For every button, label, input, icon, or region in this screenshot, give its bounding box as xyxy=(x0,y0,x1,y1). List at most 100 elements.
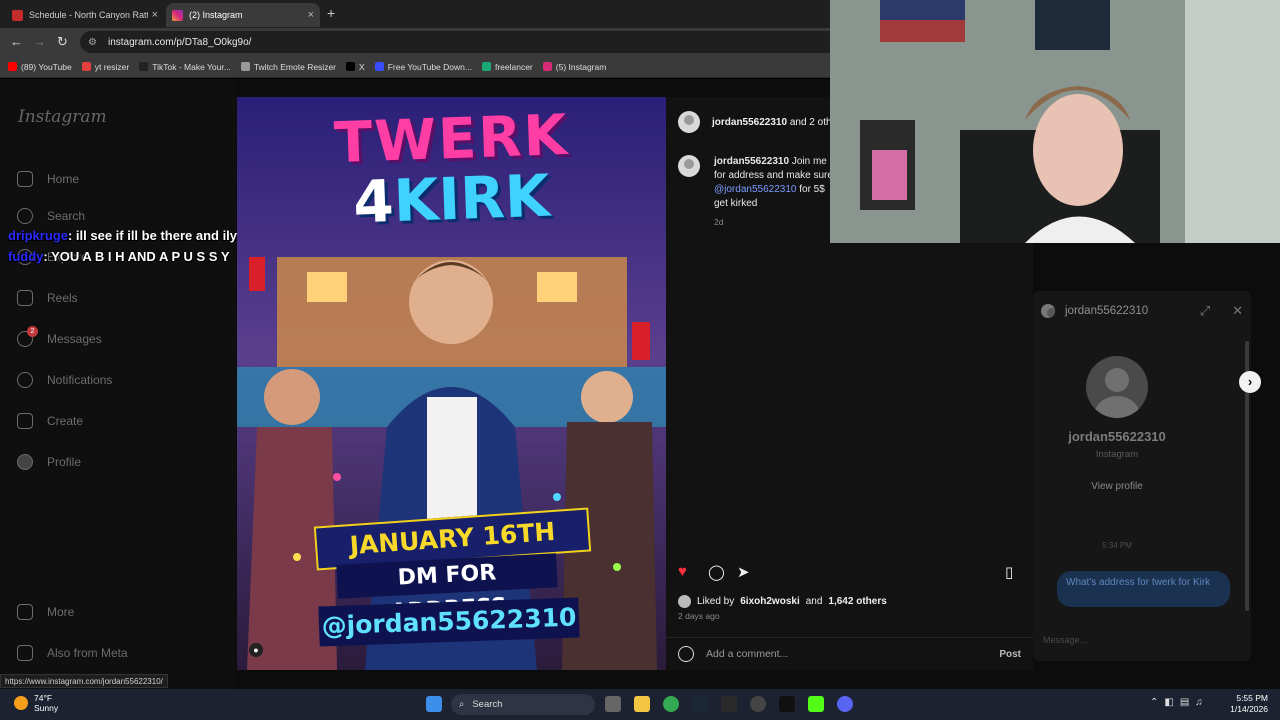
bookmark-item[interactable]: (5) Instagram xyxy=(542,61,607,72)
bookmark-label: (5) Instagram xyxy=(555,61,607,72)
liked-by-and: and xyxy=(805,596,823,607)
clock-date: 1/14/2026 xyxy=(1230,704,1268,714)
sidebar-item-also-from-meta[interactable]: Also from Meta xyxy=(17,645,128,661)
kick-icon[interactable] xyxy=(808,696,824,712)
share-icon[interactable]: ➤ xyxy=(737,563,750,581)
dm-avatar-small xyxy=(1041,304,1055,318)
address-bar[interactable]: ⚙ instagram.com/p/DTa8_O0kg9o/ xyxy=(80,31,840,53)
sidebar-item-notifications[interactable]: Notifications xyxy=(17,372,112,388)
bookmark-item[interactable]: freelancer xyxy=(481,61,533,72)
bookmark-favicon-icon xyxy=(481,62,491,71)
weather-condition: Sunny xyxy=(34,703,59,713)
view-profile-button[interactable]: View profile xyxy=(1033,481,1201,492)
caption-text-price: for 5$ xyxy=(799,184,825,195)
caption-body: jordan55622310 Join me for address and m… xyxy=(714,155,834,229)
discord-icon[interactable] xyxy=(837,696,853,712)
taskbar-clock[interactable]: 5:55 PM 1/14/2026 xyxy=(1226,693,1268,715)
tab-instagram[interactable]: (2) Instagram × xyxy=(166,3,320,27)
webcam-overlay xyxy=(830,0,1280,243)
messages-icon: 2 xyxy=(17,326,38,347)
bookmark-icon[interactable]: ▯ xyxy=(1005,563,1013,581)
post-author-line: jordan55622310 and 2 others xyxy=(712,117,845,128)
chat-username: dripkruge xyxy=(8,228,68,243)
instagram-logo[interactable]: Instagram xyxy=(18,107,107,127)
new-tab-button[interactable]: + xyxy=(327,5,335,21)
bookmark-item[interactable]: yt resizer xyxy=(81,62,129,72)
file-explorer-icon[interactable] xyxy=(634,696,650,712)
chat-message: : YOU A B I H AND A P U S S Y xyxy=(43,249,230,264)
sidebar-item-profile[interactable]: Profile xyxy=(17,454,81,470)
start-icon[interactable] xyxy=(426,696,442,712)
caption-author[interactable]: jordan55622310 xyxy=(714,156,789,167)
site-info-icon[interactable]: ⚙ xyxy=(88,37,100,48)
back-icon[interactable]: ← xyxy=(10,34,23,49)
comment-icon[interactable]: ◯ xyxy=(708,563,725,581)
tagged-users-icon[interactable]: ● xyxy=(249,643,263,657)
taskbar-search[interactable]: ⌕ Search xyxy=(451,694,595,715)
chat-line: fuddy: YOU A B I H AND A P U S S Y xyxy=(8,246,244,267)
caption-mention[interactable]: @jordan55622310 xyxy=(714,184,796,195)
tab-close-icon[interactable]: × xyxy=(152,9,158,21)
like-heart-icon[interactable]: ♥ xyxy=(678,563,687,580)
post-author[interactable]: jordan55622310 xyxy=(712,117,787,128)
instagram-sidebar: Instagram Home Search Explore Reels 2 Me… xyxy=(0,79,236,689)
liker-avatar xyxy=(678,595,691,608)
post-time-ago: 2 days ago xyxy=(678,611,720,621)
chat-line: dripkruge: ill see if ill be there and i… xyxy=(8,225,244,246)
dm-message-input[interactable]: Message... xyxy=(1035,635,1245,645)
chrome-icon[interactable] xyxy=(663,696,679,712)
bookmark-label: freelancer xyxy=(494,61,533,72)
sidebar-item-reels[interactable]: Reels xyxy=(17,290,78,306)
bookmark-item[interactable]: Free YouTube Down... xyxy=(374,62,472,72)
sidebar-item-search[interactable]: Search xyxy=(17,208,85,224)
post-image[interactable]: TWERK 4KIRK JANUARY 16TH @10PM DM FOR AD… xyxy=(237,97,666,670)
tab-close-icon[interactable]: × xyxy=(308,9,314,21)
webcam-feed xyxy=(830,0,1280,243)
caption-age: 2d xyxy=(714,217,724,227)
caption-avatar[interactable] xyxy=(678,155,700,177)
tiktok-icon[interactable] xyxy=(779,696,795,712)
sidebar-item-messages[interactable]: 2 Messages xyxy=(17,326,102,347)
liked-by-user[interactable]: 6ixoh2woski xyxy=(740,596,799,607)
sidebar-item-home[interactable]: Home xyxy=(17,171,79,187)
dm-timestamp: 5:34 PM xyxy=(1102,541,1132,550)
system-tray-icons[interactable]: ⌃◧▤♫ xyxy=(1150,697,1209,708)
chat-message: : ill see if ill be there and ilyk xyxy=(67,228,245,243)
dm-header: jordan55622310 ⤢ ✕ xyxy=(1033,299,1251,323)
likes-summary[interactable]: Liked by 6ixoh2woski and 1,642 others xyxy=(678,595,887,608)
task-view-icon[interactable] xyxy=(605,696,621,712)
sidebar-item-more[interactable]: More xyxy=(17,604,74,620)
bookmark-item[interactable]: Twitch Emote Resizer xyxy=(240,62,336,72)
expand-icon[interactable]: ⤢ xyxy=(1200,303,1210,319)
plus-icon xyxy=(17,413,33,429)
reload-icon[interactable]: ↻ xyxy=(57,34,68,50)
epic-games-icon[interactable] xyxy=(721,696,737,712)
bookmark-item[interactable]: (89) YouTube xyxy=(8,62,72,72)
bookmark-item[interactable]: TikTok - Make Your... xyxy=(139,62,231,72)
dm-profile-name: jordan55622310 xyxy=(1068,429,1166,444)
meta-apps-icon xyxy=(17,645,33,661)
weather-widget[interactable]: 74°F Sunny xyxy=(14,693,58,713)
weather-text: 74°F Sunny xyxy=(34,693,58,713)
taskbar-search-label: Search xyxy=(472,699,503,710)
windows-taskbar: 74°F Sunny ⌕ Search ⌃◧▤♫ 5:55 PM 1/14/20… xyxy=(0,689,1280,720)
author-avatar[interactable] xyxy=(678,111,700,133)
sidebar-item-create[interactable]: Create xyxy=(17,413,83,429)
next-post-button[interactable]: › xyxy=(1239,371,1261,393)
liked-by-prefix: Liked by xyxy=(697,596,735,607)
forward-icon[interactable]: → xyxy=(33,34,46,49)
bookmark-item[interactable]: X xyxy=(346,62,365,72)
steam-icon[interactable] xyxy=(692,696,708,712)
comment-input[interactable]: Add a comment... xyxy=(706,648,788,660)
dm-profile-avatar xyxy=(1086,356,1148,418)
liked-by-count[interactable]: 1,642 others xyxy=(828,596,886,607)
dm-username: jordan55622310 xyxy=(1065,305,1149,317)
sidebar-item-label: Also from Meta xyxy=(47,646,128,660)
post-comment-button[interactable]: Post xyxy=(999,649,1021,660)
tab-schedule[interactable]: Schedule - North Canyon Rattle × xyxy=(6,3,164,27)
obs-icon[interactable] xyxy=(750,696,766,712)
close-icon[interactable]: ✕ xyxy=(1232,303,1243,319)
emoji-icon[interactable] xyxy=(678,646,694,662)
bookmark-favicon-icon xyxy=(240,62,250,71)
messages-badge: 2 xyxy=(27,326,38,337)
